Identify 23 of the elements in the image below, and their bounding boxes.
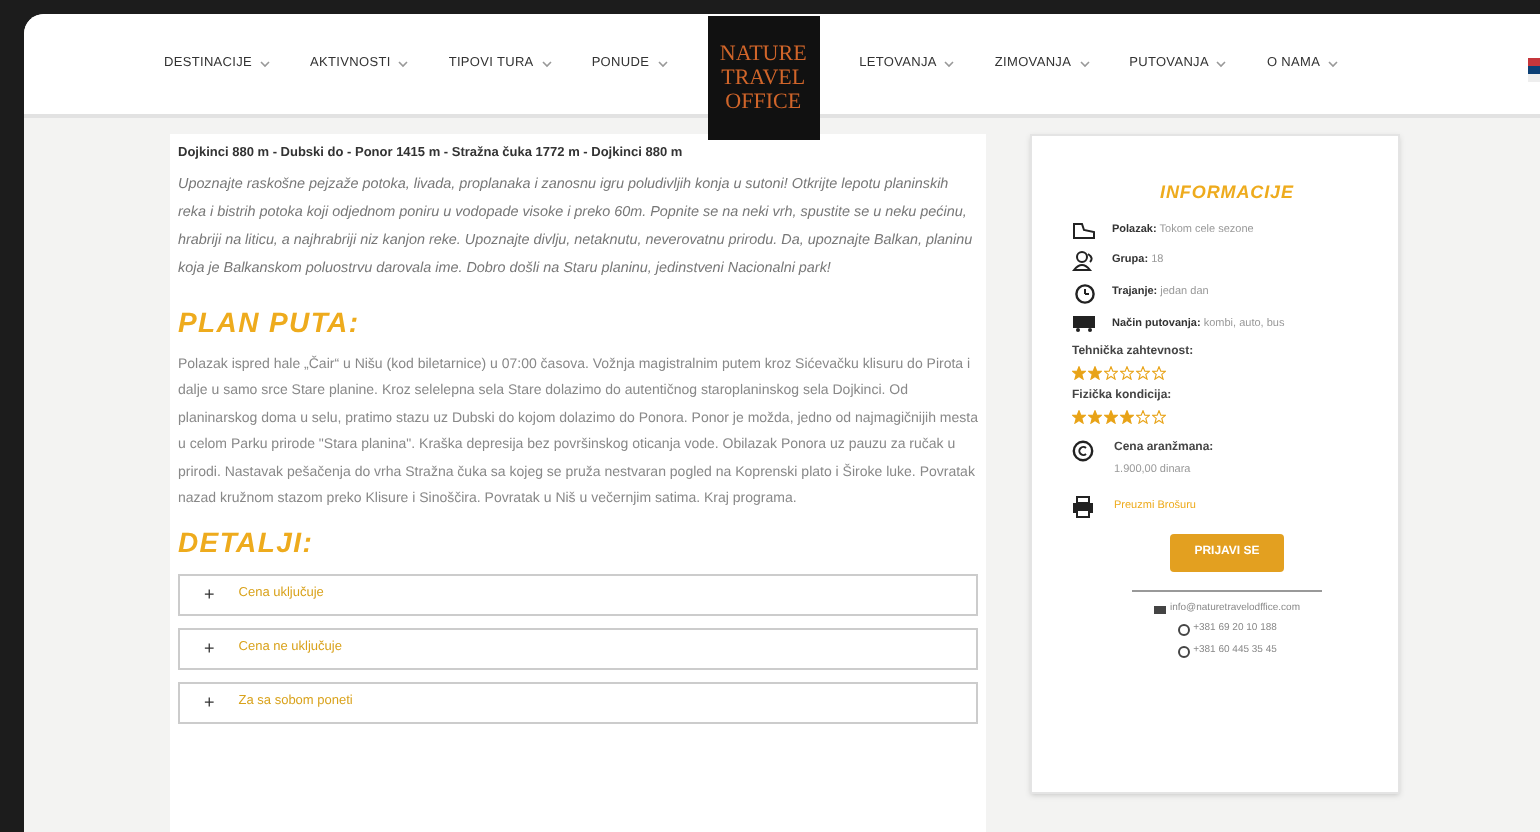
section-heading: PLAN PUTA: <box>178 303 362 342</box>
caret-icon <box>260 60 271 68</box>
caret-icon <box>1328 60 1339 68</box>
copyright-icon <box>1072 439 1094 461</box>
logo-text: NATURE <box>719 42 807 66</box>
logo-text: TRAVEL <box>721 66 806 90</box>
people-icon <box>1072 249 1096 271</box>
caret-icon <box>541 60 552 68</box>
section-heading: DETALJI: <box>178 523 316 562</box>
caret-icon <box>1079 60 1090 68</box>
logo-text: OFFICE <box>725 90 802 114</box>
plus-icon: + <box>204 635 215 662</box>
plus-icon: + <box>204 581 215 608</box>
caret-icon <box>944 60 955 68</box>
info-heading: INFORMACIJE <box>1158 180 1296 206</box>
caret-icon <box>657 60 668 68</box>
vehicle-icon <box>1072 313 1096 331</box>
caret-icon <box>398 60 409 68</box>
printer-icon <box>1072 495 1094 518</box>
caret-icon <box>1216 60 1227 68</box>
plus-icon: + <box>204 689 215 716</box>
stopwatch-icon <box>1073 281 1095 303</box>
shoe-icon <box>1072 219 1096 239</box>
